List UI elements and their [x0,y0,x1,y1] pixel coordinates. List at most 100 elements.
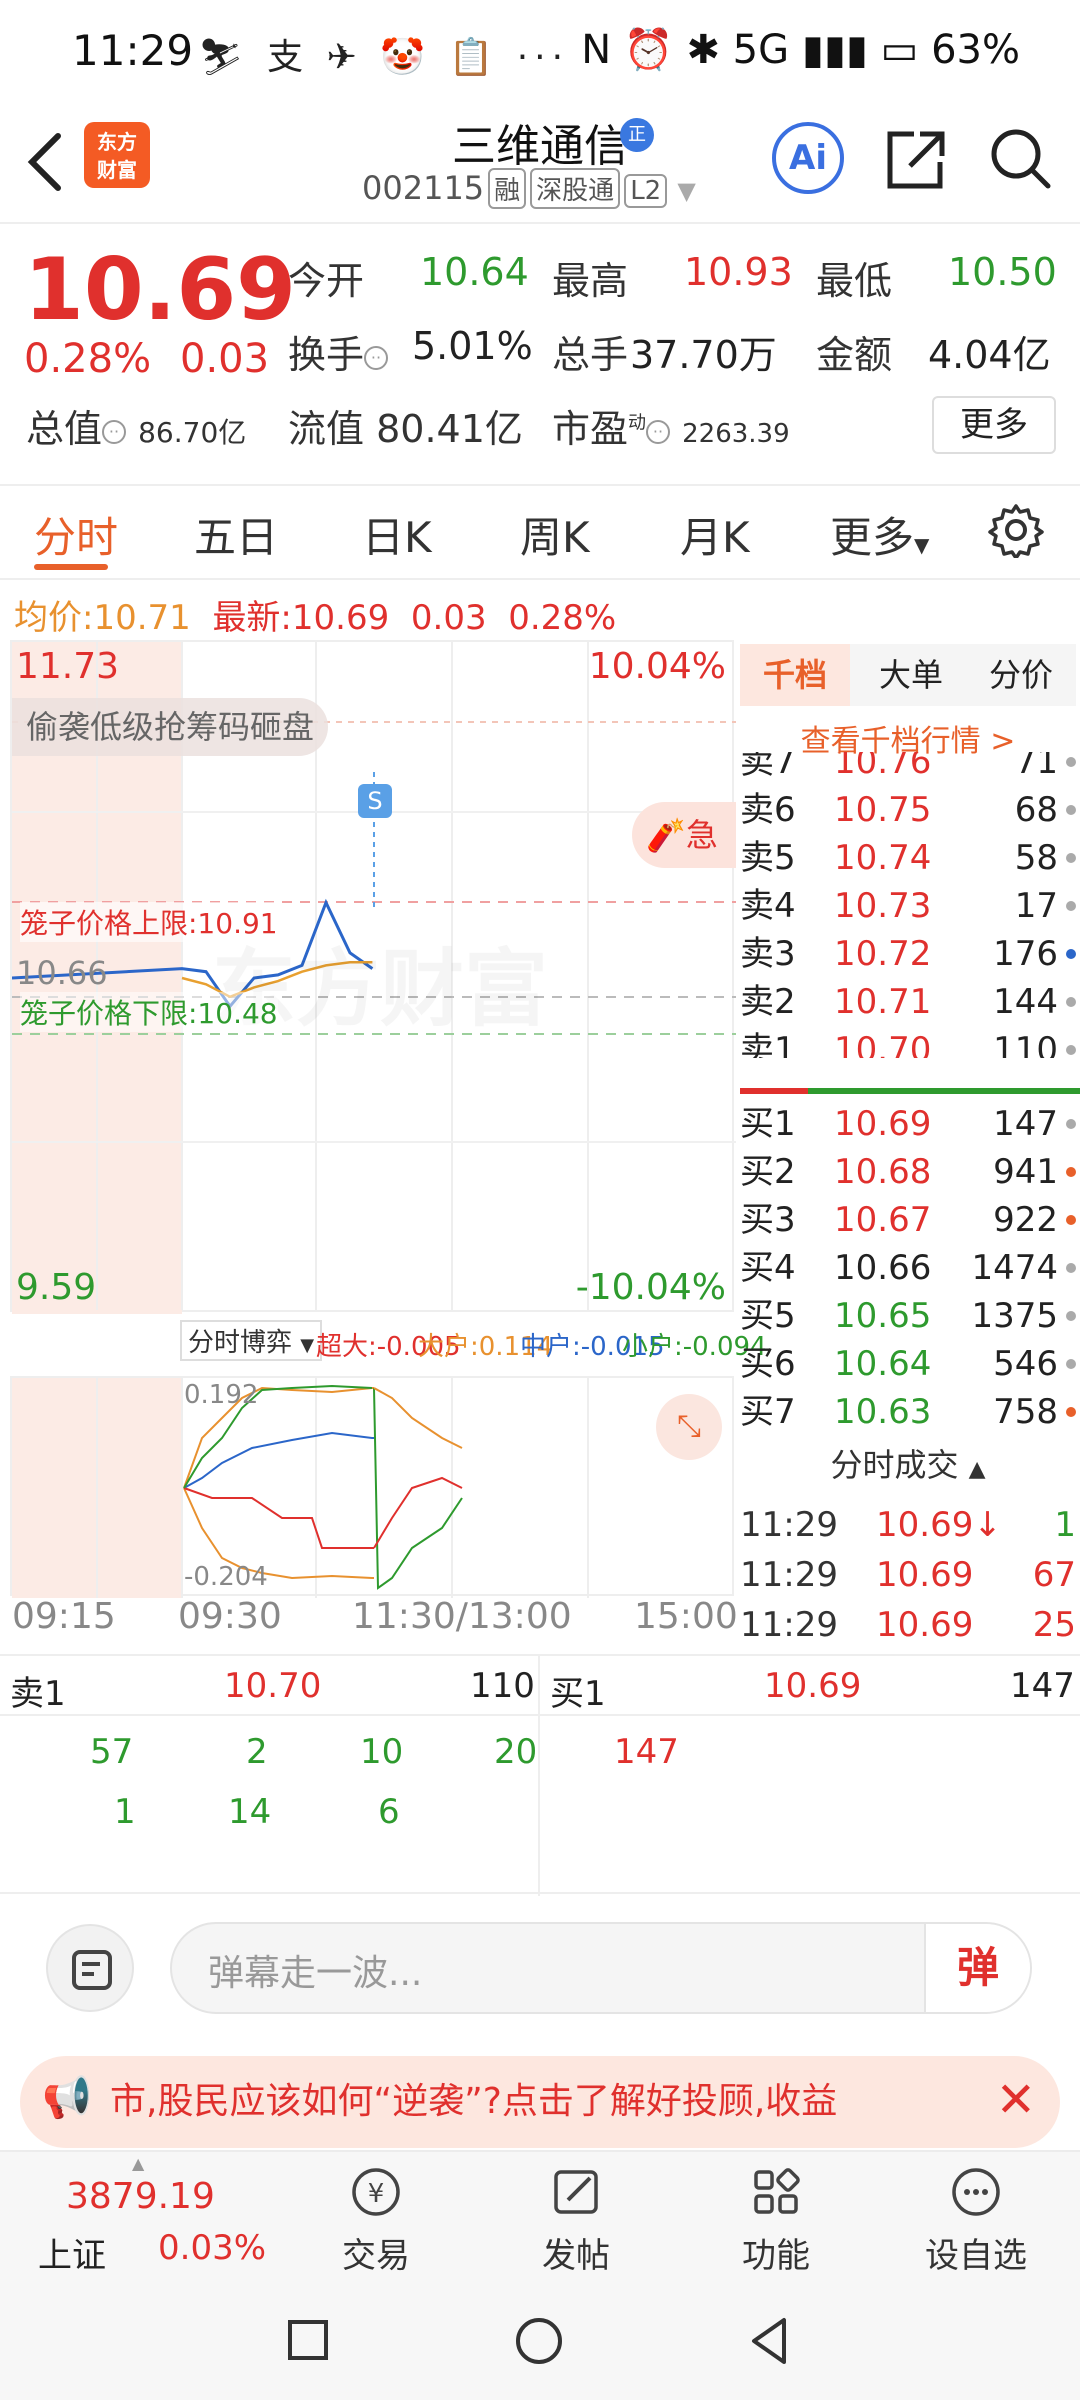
nav-functions[interactable]: 功能 [696,2162,856,2277]
level-price: 10.66 [834,1248,932,1288]
level-volume: 922 [993,1200,1058,1240]
game-chart-canvas [12,1378,589,1598]
urgent-badge[interactable]: 🧨急 [632,802,736,868]
gear-icon[interactable] [988,502,1044,560]
index-name: 上证 [38,2236,106,2276]
sub-top-value: 0.192 [184,1380,259,1410]
info-icon[interactable]: ·· [646,419,671,444]
sell-level-row[interactable]: 卖1 10.70 110 [740,1026,1076,1058]
trade-price: 10.69 [876,1555,974,1595]
danmu-toggle[interactable]: 弹 [924,1924,1030,2012]
notification-icons: ⛷ 支 ✈ 🤡 📋 ··· [198,37,570,78]
trade-price: 10.69↓ [876,1505,1002,1545]
level-price: 10.67 [834,1200,932,1240]
buy-level-row[interactable]: 买5 10.65 1375 [740,1292,1076,1340]
recents-icon[interactable] [284,2316,332,2364]
home-icon[interactable] [512,2314,566,2368]
index-pct: 0.03% [158,2228,267,2268]
caret-down-icon: ▼ [914,533,930,557]
nav-trade[interactable]: ¥ 交易 [296,2162,456,2277]
comment-row: 弹幕走一波... 弹 [0,1896,1080,2036]
level-price: 10.69 [834,1104,932,1144]
level-dot [1066,853,1076,863]
level-label: 卖5 [740,838,796,878]
search-icon[interactable] [984,120,1054,196]
tab-more-label: 更多 [830,513,915,562]
trade-volume: 67 [1032,1555,1076,1595]
more-button[interactable]: 更多 [932,396,1056,454]
level-dot [1066,1119,1076,1129]
promo-tag[interactable]: 偷袭低级抢筹码砸盘 [12,698,329,756]
level-volume: 17 [1014,886,1058,926]
chevron-down-icon: ▼ [677,177,696,205]
buy-level-row[interactable]: 买7 10.63 758 [740,1388,1076,1436]
tab-five-day[interactable]: 五日 [194,504,278,565]
nav-watchlist[interactable]: 设自选 [896,2162,1056,2277]
info-icon[interactable]: ·· [102,419,127,444]
latest-label: 最新: [212,598,292,638]
share-icon[interactable] [880,120,950,196]
trades-title[interactable]: 分时成交 ▲ [736,1440,1080,1486]
nav-watchlist-label: 设自选 [925,2236,1027,2276]
buy-level-row[interactable]: 买1 10.69 147 [740,1100,1076,1148]
cage-upper-label: 笼子价格上限:10.91 [20,902,278,942]
buy-level-row[interactable]: 买6 10.64 546 [740,1340,1076,1388]
quote-panel: 10.69 0.28% 0.03 今开 10.64 最高 10.93 最低 10… [0,226,1080,480]
level-dot [1066,1359,1076,1369]
buy-level-row[interactable]: 买3 10.67 922 [740,1196,1076,1244]
danmu-input[interactable]: 弹幕走一波... 弹 [170,1922,1032,2014]
sell-level-row[interactable]: 卖2 10.71 144 [740,978,1076,1026]
avg-value: 10.71 [93,598,191,638]
game-selector[interactable]: 分时博弈 ▼ [180,1320,323,1361]
queue-cell: 10 [360,1732,404,1772]
buy-queue-price: 10.69 [764,1666,862,1706]
sell-level-row[interactable]: 卖4 10.73 17 [740,882,1076,930]
signal-marker[interactable]: S [358,784,392,818]
level-volume: 110 [993,1030,1058,1058]
super-large-line-pm [373,1476,463,1549]
sell-level-row[interactable]: 卖7 10.76 71 [740,752,1076,786]
chart-tabs: 分时 五日 日K 周K 月K 更多▼ [0,484,1080,580]
change-value: 0.03 [180,336,270,382]
promo-banner[interactable]: 📢 市,股民应该如何“逆袭”?点击了解好投顾,收益 ✕ [20,2056,1060,2148]
index-ticker[interactable]: ▲ 3879.19 上证 0.03% [0,2152,290,2282]
tab-intraday[interactable]: 分时 [34,504,118,565]
intraday-chart[interactable]: 11.73 10.04% 9.59 -10.04% 偷袭低级抢筹码砸盘 S 🧨急… [10,640,736,1314]
queue-cell: 14 [228,1792,272,1832]
system-nav-bar [0,2280,1080,2400]
chart-top-pct: 10.04% [588,646,726,687]
nav-post-label: 发帖 [542,2236,610,2276]
close-icon[interactable]: ✕ [996,2072,1036,2128]
sell-queue: 57 2 10 20 1 14 6 [0,1722,540,1892]
sell-level-row[interactable]: 卖3 10.72 176 [740,930,1076,978]
tab-depth[interactable]: 千档 [740,644,850,706]
game-chart[interactable]: 0.192 -0.204 ⤡ [10,1376,734,1598]
active-tab-indicator [34,564,108,570]
buy-level-row[interactable]: 买4 10.66 1474 [740,1244,1076,1292]
tag-level2: L2 [624,174,668,208]
sell-level-row[interactable]: 卖6 10.75 68 [740,786,1076,834]
tab-monthly-k[interactable]: 月K [680,504,750,565]
stock-code-row[interactable]: 002115 融深股通 L2 ▼ [362,168,696,209]
comment-list-icon[interactable] [46,1924,134,2012]
buy-level-row[interactable]: 买2 10.68 941 [740,1148,1076,1196]
level-label: 卖2 [740,982,796,1022]
average-price-row: 均价:10.71 最新:10.69 0.03 0.28% [14,590,616,639]
expand-icon[interactable]: ⤡ [656,1394,722,1460]
cage-lower-label: 笼子价格下限:10.48 [20,992,278,1032]
tab-daily-k[interactable]: 日K [362,504,432,565]
turnover-value: 5.01% [412,324,533,368]
nav-post[interactable]: 发帖 [496,2162,656,2277]
level-dot [1066,997,1076,1007]
sell-level-row[interactable]: 卖5 10.74 58 [740,834,1076,882]
level-dot [1066,805,1076,815]
large-holder-line-pm [373,1387,463,1449]
tab-price-dist[interactable]: 分价 [966,644,1076,706]
ai-button[interactable]: Ai [772,122,844,194]
tag-connect: 深股通 [530,168,621,209]
tab-more[interactable]: 更多▼ [830,504,929,565]
tab-big-orders[interactable]: 大单 [856,644,966,706]
tab-weekly-k[interactable]: 周K [520,504,590,565]
info-icon[interactable]: ·· [364,345,389,370]
back-nav-icon[interactable] [744,2314,798,2368]
